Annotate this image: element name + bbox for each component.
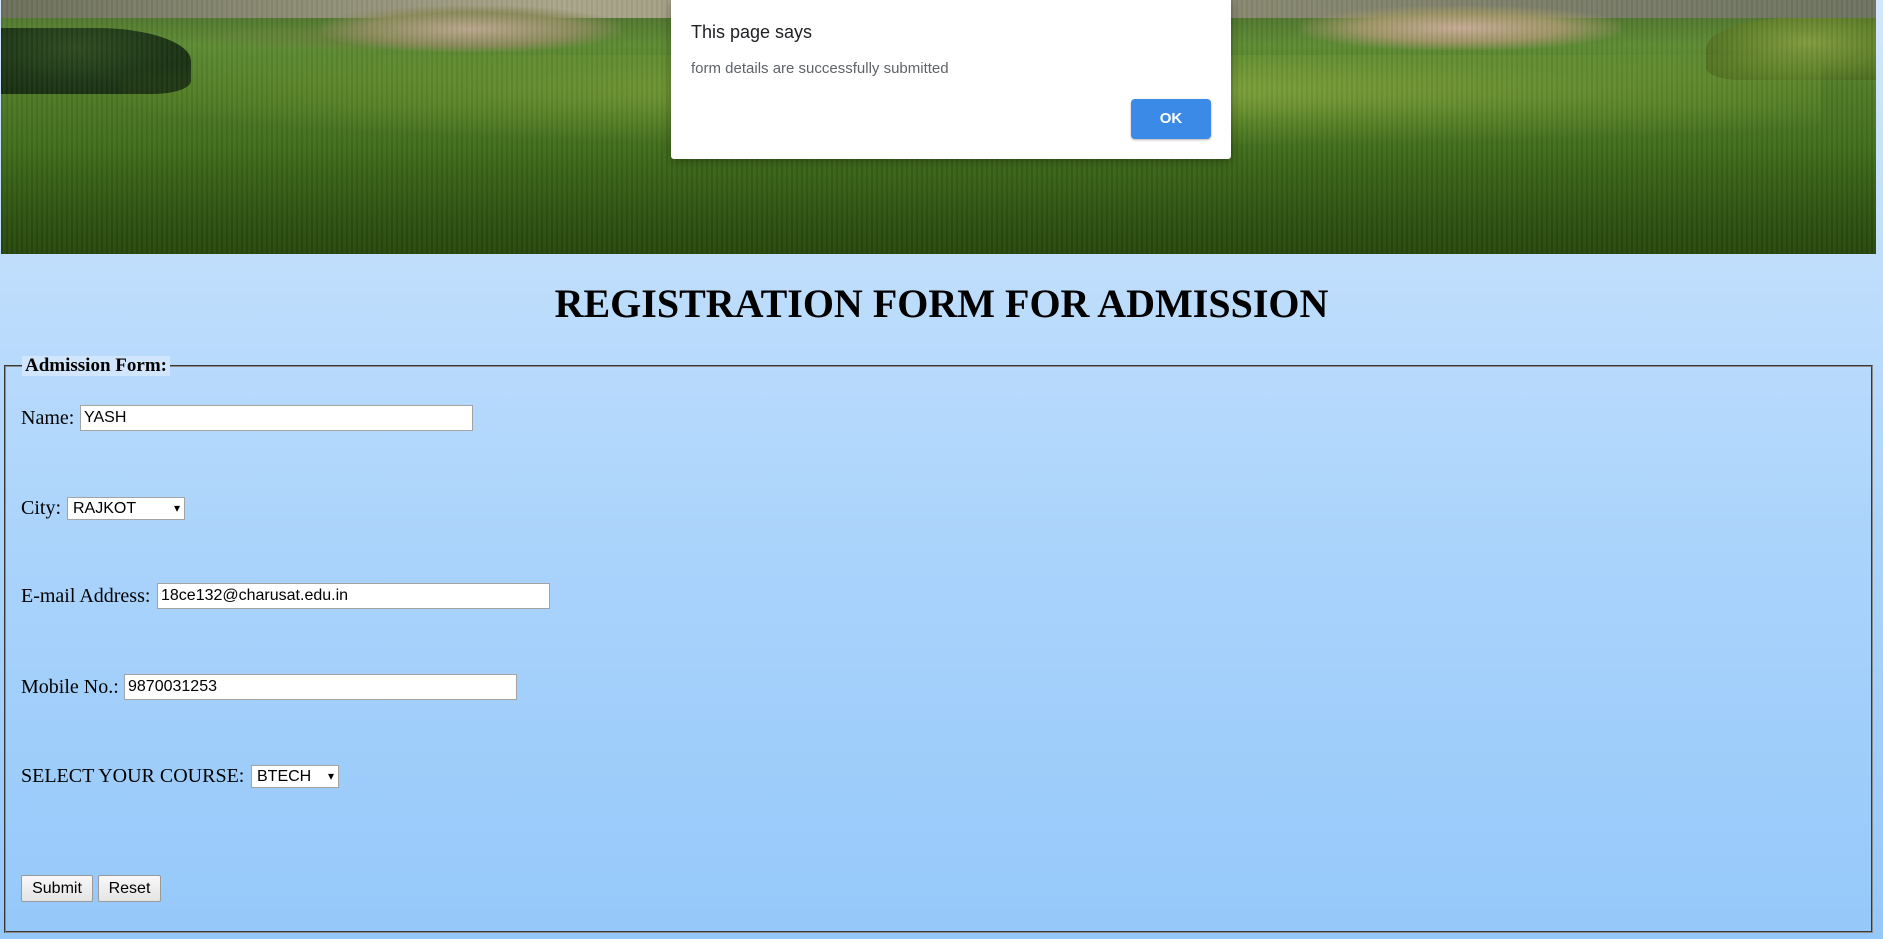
page-background: REGISTRATION FORM FOR ADMISSION Admissio… xyxy=(0,0,1883,939)
alert-message: form details are successfully submitted xyxy=(691,60,949,77)
alert-title: This page says xyxy=(691,22,813,42)
city-select-value: RAJKOT xyxy=(73,500,137,517)
chevron-down-icon: ▾ xyxy=(173,501,180,515)
email-label: E-mail Address: xyxy=(21,585,151,607)
reset-button[interactable]: Reset xyxy=(98,875,161,902)
fieldset-legend: Admission Form: xyxy=(22,356,170,376)
city-label: City: xyxy=(21,497,62,519)
mobile-label: Mobile No.: xyxy=(21,676,119,698)
course-label: SELECT YOUR COURSE: xyxy=(21,765,245,787)
alert-ok-button[interactable]: OK xyxy=(1131,99,1211,139)
chevron-down-icon: ▾ xyxy=(327,769,334,783)
email-input[interactable] xyxy=(157,583,550,609)
name-label: Name: xyxy=(21,407,75,429)
submit-button[interactable]: Submit xyxy=(21,875,93,902)
alert-dialog: This page says form details are successf… xyxy=(671,0,1231,159)
course-select[interactable]: BTECH ▾ xyxy=(251,765,339,788)
course-select-value: BTECH xyxy=(257,768,312,785)
admission-form-fieldset: Admission Form: Name: City: RAJKOT ▾ E-m… xyxy=(4,356,1873,933)
mobile-input[interactable] xyxy=(124,674,517,700)
name-input[interactable] xyxy=(80,405,473,431)
page-title: REGISTRATION FORM FOR ADMISSION xyxy=(554,281,1329,326)
city-select[interactable]: RAJKOT ▾ xyxy=(67,497,185,520)
